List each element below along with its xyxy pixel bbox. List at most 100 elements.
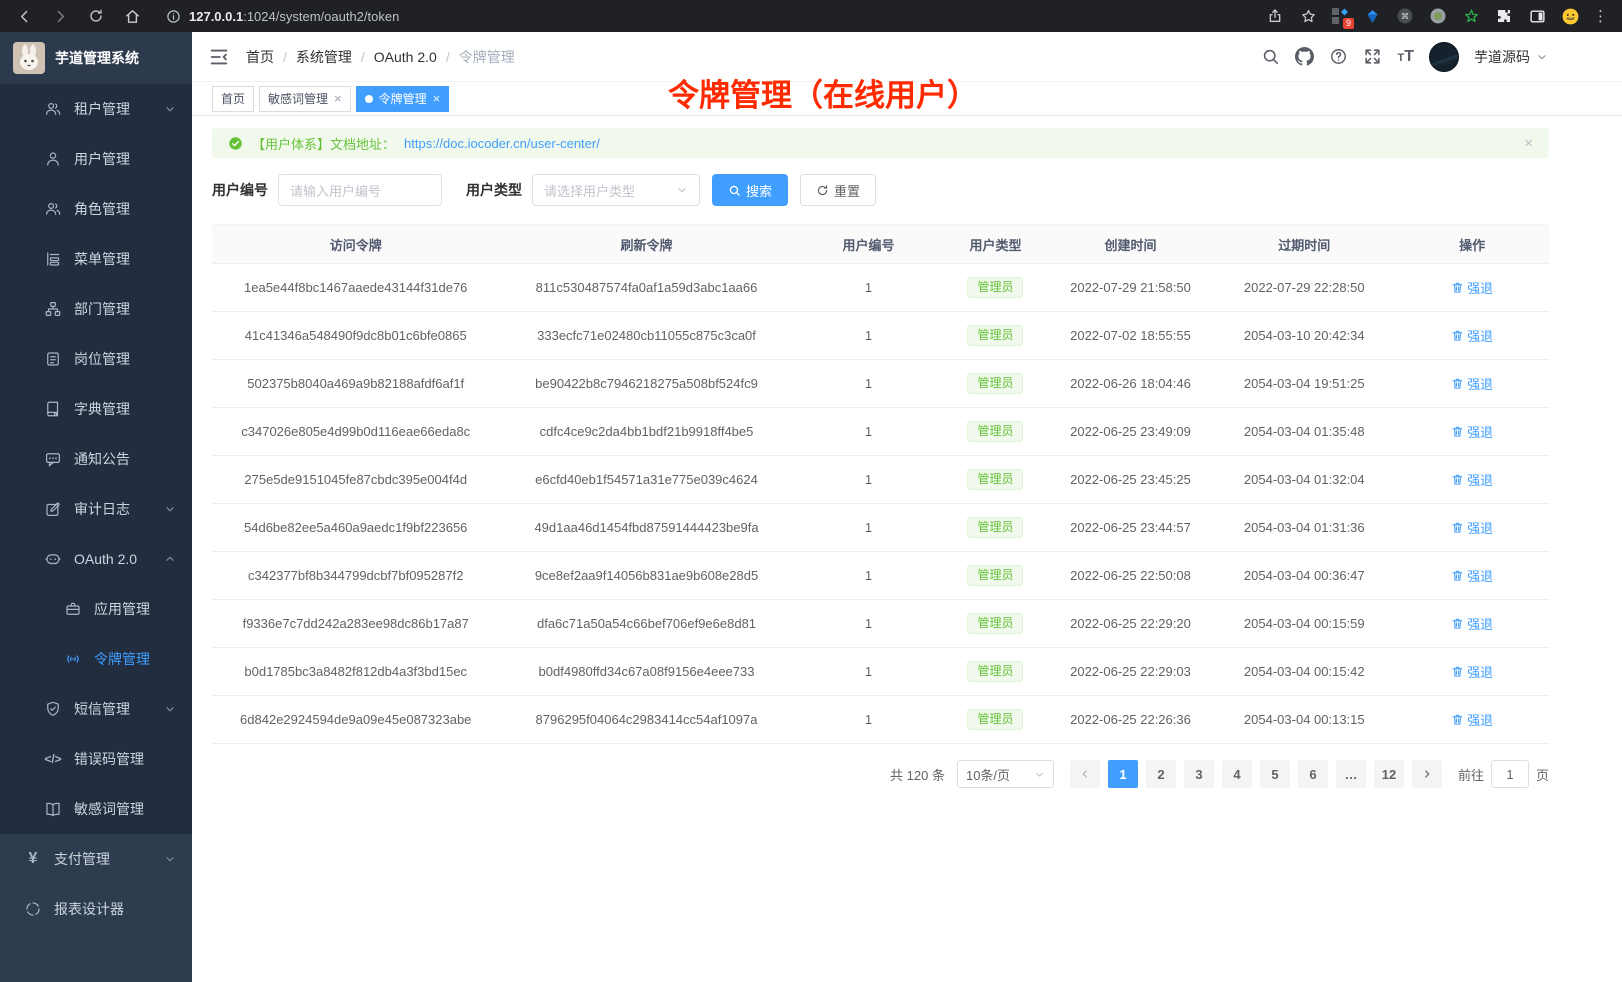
collapse-sidebar-icon[interactable] [208,46,230,68]
sidepanel-icon[interactable] [1527,6,1547,26]
browser-chrome: 127.0.0.1:1024/system/oauth2/token 9 ⌘ [0,0,1622,32]
gem-extension-icon[interactable] [1362,6,1382,26]
sidebar-item-app[interactable]: 应用管理 [0,584,192,634]
breadcrumb-system[interactable]: 系统管理 [296,47,352,67]
record-extension-icon[interactable] [1428,6,1448,26]
tab-token-management[interactable]: 令牌管理 × [356,86,450,112]
refresh-icon [816,184,829,197]
actions-cell: 强退 [1395,470,1549,489]
user-id-cell: 1 [794,376,944,391]
puzzle-extensions-icon[interactable] [1494,6,1514,26]
force-logout-button[interactable]: 强退 [1451,566,1493,585]
fullscreen-icon[interactable] [1363,47,1382,66]
sidebar-item-report[interactable]: 报表设计器 [0,884,192,934]
sidebar-item-log[interactable]: 审计日志 [0,484,192,534]
sidebar-item-post[interactable]: 岗位管理 [0,334,192,384]
expire-time-cell: 2022-07-29 22:28:50 [1213,280,1395,295]
force-logout-button[interactable]: 强退 [1451,614,1493,633]
force-logout-button[interactable]: 强退 [1451,662,1493,681]
reload-icon[interactable] [86,6,106,26]
pager-page-button[interactable]: 5 [1260,760,1290,788]
doc-alert: 【用户体系】文档地址： https://doc.iocoder.cn/user-… [212,128,1549,158]
sidebar-item-user[interactable]: 用户管理 [0,134,192,184]
site-info-icon[interactable] [166,9,181,24]
user-type-cell: 管理员 [943,421,1047,443]
pager-next-button[interactable] [1412,760,1442,788]
star-extension-icon[interactable] [1461,6,1481,26]
page-size-select[interactable]: 10条/页 [957,760,1054,788]
back-icon[interactable] [14,6,34,26]
sidebar-item-errcode[interactable]: </>错误码管理 [0,734,192,784]
user-type-badge: 管理员 [967,613,1023,635]
user-id-cell: 1 [794,328,944,343]
url-bar[interactable]: 127.0.0.1:1024/system/oauth2/token [156,3,1251,29]
pager-page-button[interactable]: 4 [1222,760,1252,788]
pager-prev-button[interactable] [1070,760,1100,788]
pager-page-button[interactable]: 1 [1108,760,1138,788]
access-token-cell: f9336e7c7dd242a283ee98dc86b17a87 [212,616,499,631]
force-logout-button[interactable]: 强退 [1451,278,1493,297]
force-logout-button[interactable]: 强退 [1451,518,1493,537]
tab-home[interactable]: 首页 [212,86,254,112]
force-logout-button[interactable]: 强退 [1451,470,1493,489]
sidebar-item-oauth[interactable]: OAuth 2.0 [0,534,192,584]
font-size-icon[interactable]: TT [1397,49,1414,65]
force-logout-button[interactable]: 强退 [1451,326,1493,345]
sidebar-item-notice[interactable]: 通知公告 [0,434,192,484]
search-button[interactable]: 搜索 [712,174,788,206]
actions-cell: 强退 [1395,710,1549,729]
expire-time-cell: 2054-03-04 00:36:47 [1213,568,1395,583]
help-icon[interactable] [1329,47,1348,66]
github-icon[interactable] [1295,47,1314,66]
pager-page-button[interactable]: 12 [1374,760,1404,788]
sidebar-header: 芋道管理系统 [0,32,192,84]
force-logout-button[interactable]: 强退 [1451,710,1493,729]
browser-menu-icon[interactable]: ⋮ [1593,7,1608,25]
command-extension-icon[interactable]: ⌘ [1395,6,1415,26]
alert-close-icon[interactable]: × [1524,136,1533,151]
force-logout-button[interactable]: 强退 [1451,422,1493,441]
search-icon[interactable] [1261,47,1280,66]
home-icon[interactable] [122,6,142,26]
breadcrumb-home[interactable]: 首页 [246,47,274,67]
user-type-select[interactable]: 请选择用户类型 [532,174,700,206]
pager-ellipsis[interactable]: … [1336,760,1366,788]
force-logout-label: 强退 [1467,278,1493,297]
pager-page-button[interactable]: 2 [1146,760,1176,788]
close-icon[interactable]: × [433,92,441,105]
sidebar-item-org[interactable]: 部门管理 [0,284,192,334]
sensitive-icon [44,800,62,818]
share-icon[interactable] [1265,6,1285,26]
emoji-profile-icon[interactable] [1560,6,1580,26]
breadcrumb-oauth[interactable]: OAuth 2.0 [374,49,437,65]
actions-cell: 强退 [1395,518,1549,537]
sidebar-item-dict[interactable]: 字典管理 [0,384,192,434]
close-icon[interactable]: × [334,92,342,105]
pager-page-button[interactable]: 6 [1298,760,1328,788]
force-logout-button[interactable]: 强退 [1451,374,1493,393]
sidebar-item-users[interactable]: 角色管理 [0,184,192,234]
pager-page-button[interactable]: 3 [1184,760,1214,788]
avatar[interactable] [1429,42,1459,72]
sidebar-item-token[interactable]: 令牌管理 [0,634,192,684]
user-menu[interactable]: 芋道源码 [1474,47,1548,67]
sidebar-item-label: 角色管理 [74,199,130,219]
tab-sensitive-words[interactable]: 敏感词管理 × [259,86,351,112]
access-token-cell: 1ea5e44f8bc1467aaede43144f31de76 [212,280,499,295]
sidebar-item-sensitive[interactable]: 敏感词管理 [0,784,192,834]
sidebar-item-users[interactable]: 租户管理 [0,84,192,134]
refresh-token-cell: cdfc4ce9c2da4bb1bdf21b9918ff4be5 [499,424,793,439]
user-id-input[interactable]: 请输入用户编号 [278,174,442,206]
user-id-cell: 1 [794,472,944,487]
extension-grid-icon[interactable]: 9 [1331,7,1349,25]
sidebar-item-sms[interactable]: 短信管理 [0,684,192,734]
goto-page-input[interactable] [1491,760,1529,788]
sidebar-item-pay[interactable]: ¥支付管理 [0,834,192,884]
doc-link[interactable]: https://doc.iocoder.cn/user-center/ [404,136,600,151]
goto-label: 前往 [1458,765,1484,784]
sidebar-item-menu-tree[interactable]: 菜单管理 [0,234,192,284]
bookmark-star-icon[interactable] [1298,6,1318,26]
actions-cell: 强退 [1395,566,1549,585]
forward-icon[interactable] [50,6,70,26]
reset-button[interactable]: 重置 [800,174,876,206]
